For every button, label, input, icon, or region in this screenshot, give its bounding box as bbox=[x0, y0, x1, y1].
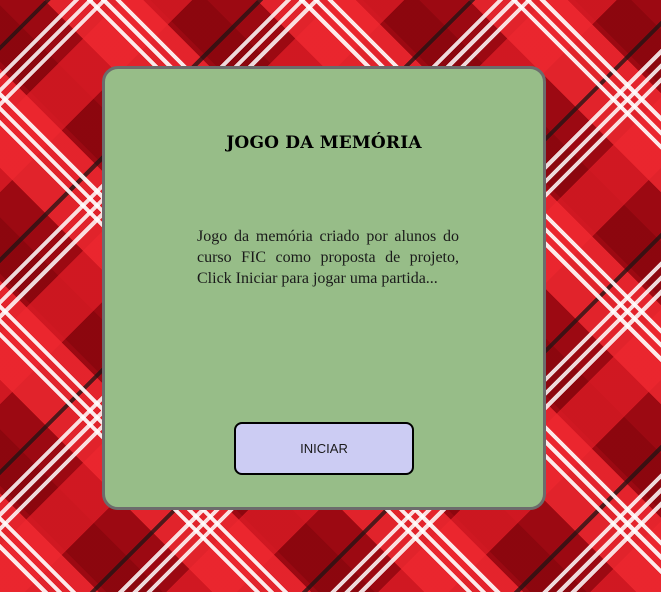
game-title: JOGO DA MEMÓRIA bbox=[226, 133, 422, 153]
start-button[interactable]: INICIAR bbox=[234, 422, 414, 475]
game-description: Jogo da memória criado por alunos do cur… bbox=[197, 228, 459, 287]
intro-card: JOGO DA MEMÓRIA Jogo da memória criado p… bbox=[102, 66, 546, 510]
